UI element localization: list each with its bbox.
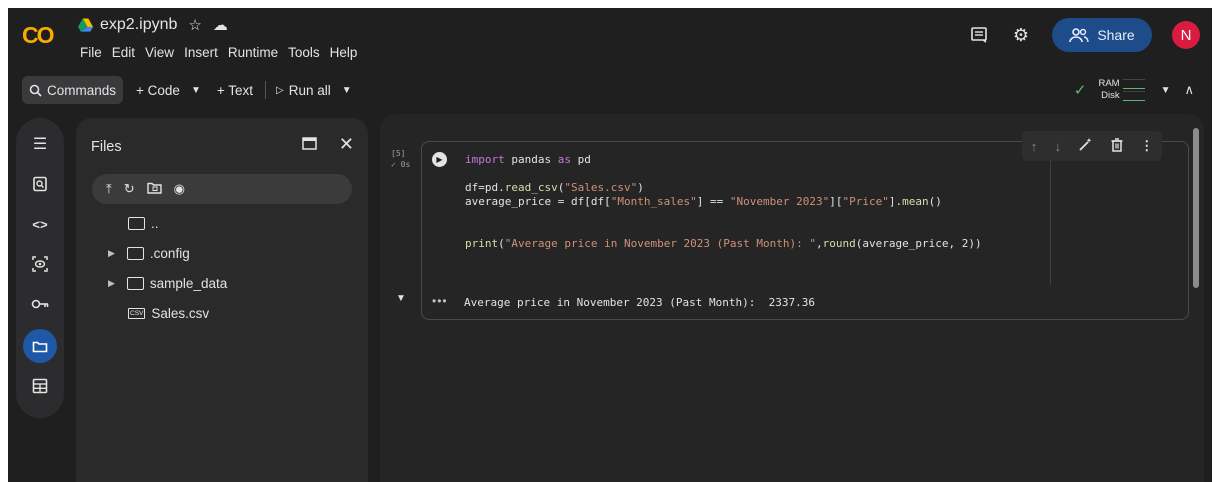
file-item-parent[interactable]: .. — [128, 216, 159, 231]
resources-indicator[interactable]: ✓ RAM Disk ▼ ∧ — [1074, 75, 1194, 105]
menu-file[interactable]: File — [80, 45, 102, 60]
files-panel-actions: ✕ — [302, 135, 354, 155]
menu-insert[interactable]: Insert — [184, 45, 218, 60]
colab-window: CO exp2.ipynb ☆ ☁ File Edit View Insert … — [8, 8, 1212, 482]
code-line-4: average_price = df[df["Month_sales"] == … — [465, 195, 942, 208]
expand-arrow-icon[interactable]: ▶ — [108, 248, 115, 259]
table-of-contents-icon[interactable]: ☰ — [22, 127, 58, 161]
code-editor[interactable]: import pandas as pd df=pd.read_csv("Sale… — [465, 153, 982, 251]
success-check-icon: ✓ — [391, 160, 396, 169]
code-snippets-icon[interactable]: <> — [22, 207, 58, 241]
settings-gear-icon[interactable]: ⚙ — [1010, 24, 1032, 46]
expand-arrow-icon[interactable]: ▶ — [108, 278, 115, 289]
toolbar-divider — [265, 81, 267, 99]
execution-time: 0s — [400, 160, 411, 169]
colab-logo[interactable]: CO — [22, 22, 54, 49]
menu-edit[interactable]: Edit — [112, 45, 135, 60]
collapse-output-chevron-icon[interactable]: ▼ — [396, 293, 406, 304]
menu-runtime[interactable]: Runtime — [228, 45, 278, 60]
ram-bar — [1122, 79, 1145, 89]
share-label: Share — [1097, 27, 1135, 43]
code-line-3: df=pd.read_csv("Sales.csv") — [465, 181, 644, 194]
star-icon[interactable]: ☆ — [188, 16, 201, 34]
top-right-actions: ⚙ Share N — [968, 18, 1200, 52]
notebook-title-row: exp2.ipynb ☆ ☁ — [78, 16, 228, 34]
search-icon — [29, 84, 42, 97]
upload-icon[interactable]: ⤒ — [106, 181, 112, 197]
menu-view[interactable]: View — [145, 45, 174, 60]
notebook-toolbar: Commands + Code ▼ + Text ▷ Run all ▼ ✓ R… — [22, 75, 1204, 105]
code-line-1: import pandas as pd — [465, 153, 591, 166]
execution-count: [5] — [391, 149, 406, 158]
cell-toolbar: ↑ ↓ ⋮ — [1022, 131, 1162, 161]
mount-drive-icon[interactable] — [146, 182, 162, 197]
share-button[interactable]: Share — [1052, 18, 1152, 52]
file-item-sales-csv[interactable]: CSV Sales.csv — [128, 306, 209, 321]
run-all-button[interactable]: ▷ Run all ▼ — [276, 83, 352, 98]
connected-check-icon: ✓ — [1073, 82, 1087, 99]
files-panel-title: Files — [91, 139, 122, 155]
chevron-down-icon[interactable]: ▼ — [342, 85, 352, 96]
chevron-up-icon[interactable]: ∧ — [1184, 82, 1194, 98]
secrets-key-icon[interactable] — [22, 287, 58, 321]
csv-file-icon: CSV — [128, 308, 146, 319]
play-icon: ▷ — [276, 84, 284, 96]
move-down-arrow-icon[interactable]: ↓ — [1055, 139, 1062, 154]
files-folder-icon[interactable] — [23, 329, 57, 363]
chevron-down-icon[interactable]: ▼ — [1161, 85, 1171, 96]
comments-icon[interactable] — [968, 24, 990, 46]
refresh-icon[interactable]: ↻ — [124, 181, 135, 197]
data-table-icon[interactable] — [22, 369, 58, 403]
find-replace-icon[interactable] — [22, 167, 58, 201]
add-code-button[interactable]: + Code ▼ — [136, 83, 201, 98]
output-menu-icon[interactable]: ••• — [432, 294, 448, 308]
commands-button[interactable]: Commands — [22, 76, 124, 104]
show-hidden-eye-icon[interactable]: ◉ — [174, 181, 185, 197]
folder-icon — [126, 247, 144, 260]
file-item-sample-data[interactable]: ▶ sample_data — [108, 276, 227, 291]
delete-trash-icon[interactable] — [1111, 137, 1123, 155]
close-icon[interactable]: ✕ — [339, 135, 354, 155]
more-options-icon[interactable]: ⋮ — [1140, 138, 1153, 154]
account-avatar[interactable]: N — [1172, 21, 1200, 49]
google-drive-icon — [78, 18, 93, 32]
menu-bar: File Edit View Insert Runtime Tools Help — [80, 45, 357, 60]
chevron-down-icon[interactable]: ▼ — [191, 85, 201, 96]
execution-info: [5] ✓ 0s — [391, 148, 410, 170]
open-in-tab-icon[interactable] — [302, 137, 317, 155]
edit-magic-wand-icon[interactable] — [1078, 137, 1093, 155]
top-bar: CO exp2.ipynb ☆ ☁ File Edit View Insert … — [8, 8, 1212, 66]
left-rail: ☰ <> — [16, 118, 64, 418]
code-line-7: print("Average price in November 2023 (P… — [465, 237, 982, 250]
notebook-area: [5] ✓ 0s ▶ import pandas as pd df=pd.rea… — [380, 114, 1204, 482]
ram-disk-meters: RAM Disk — [1098, 78, 1145, 102]
cloud-saved-icon[interactable]: ☁ — [213, 16, 228, 34]
folder-icon — [126, 277, 144, 290]
variables-icon[interactable] — [22, 247, 58, 281]
people-icon — [1069, 28, 1090, 43]
menu-tools[interactable]: Tools — [288, 45, 320, 60]
cell-output: Average price in November 2023 (Past Mon… — [464, 296, 815, 309]
files-toolbar: ⤒ ↻ ◉ — [92, 174, 352, 204]
file-item-config[interactable]: ▶ .config — [108, 246, 190, 261]
code-cell[interactable]: [5] ✓ 0s ▶ import pandas as pd df=pd.rea… — [391, 141, 1189, 320]
notebook-scrollbar[interactable] — [1193, 128, 1199, 288]
cell-divider — [1050, 142, 1051, 285]
play-icon: ▶ — [436, 155, 443, 164]
move-up-arrow-icon[interactable]: ↑ — [1031, 139, 1038, 154]
disk-bar — [1122, 91, 1145, 101]
files-panel: Files ✕ ⤒ ↻ ◉ .. ▶ .config ▶ sample_data… — [76, 118, 368, 482]
menu-help[interactable]: Help — [330, 45, 358, 60]
run-cell-button[interactable]: ▶ — [432, 152, 447, 167]
notebook-name[interactable]: exp2.ipynb — [100, 16, 177, 34]
add-text-button[interactable]: + Text — [217, 83, 253, 98]
folder-icon — [128, 217, 145, 230]
